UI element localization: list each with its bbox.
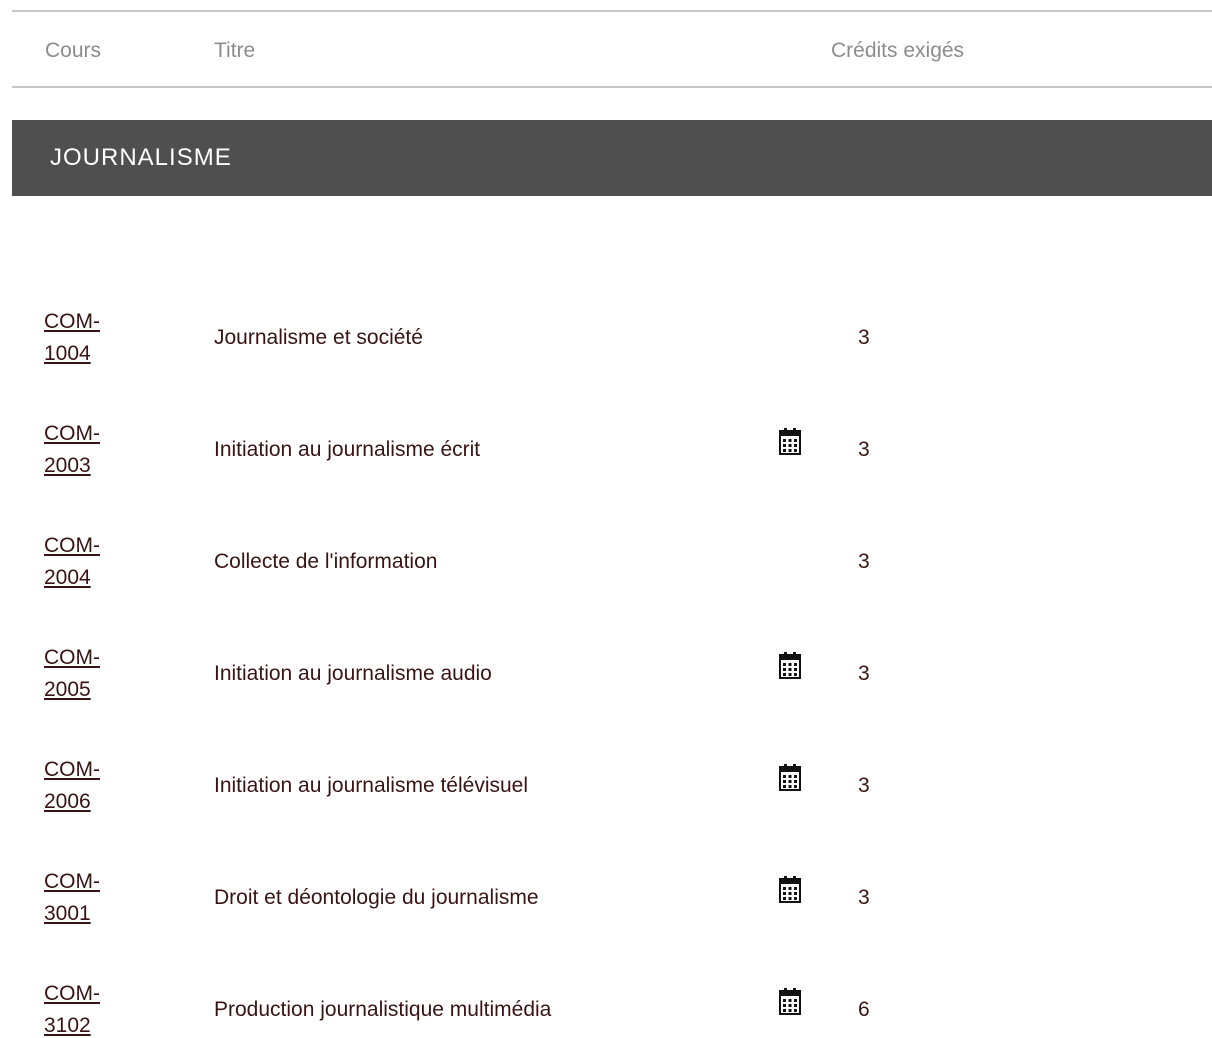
course-row: COM- 3102 Production journalistique mult… [0,972,1212,1038]
course-title: Collecte de l'information [214,550,438,573]
calendar-icon[interactable] [778,988,802,1016]
course-code-prefix: COM- [44,982,100,1005]
course-row: COM- 2004 Collecte de l'information 3 [0,524,1212,636]
section-header: JOURNALISME [12,120,1212,196]
column-header-credits: Crédits exigés [831,39,965,62]
course-code-link[interactable]: COM- 3001 [44,866,124,930]
course-row: COM- 2006 Initiation au journalisme télé… [0,748,1212,860]
calendar-icon[interactable] [778,652,802,680]
course-credits: 3 [858,326,870,349]
course-code-number: 2004 [44,566,91,589]
course-code-link[interactable]: COM- 1004 [44,306,124,370]
course-code-link[interactable]: COM- 2006 [44,754,124,818]
course-code-prefix: COM- [44,422,100,445]
course-title: Journalisme et société [214,326,423,349]
course-code-link[interactable]: COM- 2003 [44,418,124,482]
course-credits: 6 [858,998,870,1021]
course-code-number: 2003 [44,454,91,477]
course-code-number: 3001 [44,902,91,925]
course-title: Initiation au journalisme audio [214,662,492,685]
course-row: COM- 3001 Droit et déontologie du journa… [0,860,1212,972]
course-credits: 3 [858,774,870,797]
column-header-cours: Cours [45,39,102,62]
calendar-icon[interactable] [778,876,802,904]
course-code-prefix: COM- [44,310,100,333]
course-code-link[interactable]: COM- 2005 [44,642,124,706]
course-code-prefix: COM- [44,758,100,781]
course-code-number: 2006 [44,790,91,813]
course-code-prefix: COM- [44,534,100,557]
course-credits: 3 [858,550,870,573]
course-title: Initiation au journalisme télévisuel [214,774,529,797]
course-row: COM- 1004 Journalisme et société 3 [0,300,1212,412]
course-title: Initiation au journalisme écrit [214,438,481,461]
column-header-titre: Titre [214,39,256,62]
course-code-link[interactable]: COM- 2004 [44,530,124,594]
course-code-number: 3102 [44,1014,91,1037]
table-header: Cours Titre Crédits exigés [12,10,1212,88]
course-credits: 3 [858,438,870,461]
course-code-link[interactable]: COM- 3102 [44,978,124,1038]
section-title: JOURNALISME [50,144,232,171]
calendar-icon[interactable] [778,428,802,456]
course-code-number: 1004 [44,342,91,365]
calendar-icon[interactable] [778,764,802,792]
course-code-prefix: COM- [44,646,100,669]
course-code-prefix: COM- [44,870,100,893]
course-list: COM- 1004 Journalisme et société 3 COM- … [0,300,1212,1038]
course-table: Cours Titre Crédits exigés JOURNALISME C… [0,0,1212,1038]
course-row: COM- 2005 Initiation au journalisme audi… [0,636,1212,748]
course-credits: 3 [858,886,870,909]
course-title: Droit et déontologie du journalisme [214,886,539,909]
course-credits: 3 [858,662,870,685]
course-title: Production journalistique multimédia [214,998,552,1021]
course-row: COM- 2003 Initiation au journalisme écri… [0,412,1212,524]
course-code-number: 2005 [44,678,91,701]
